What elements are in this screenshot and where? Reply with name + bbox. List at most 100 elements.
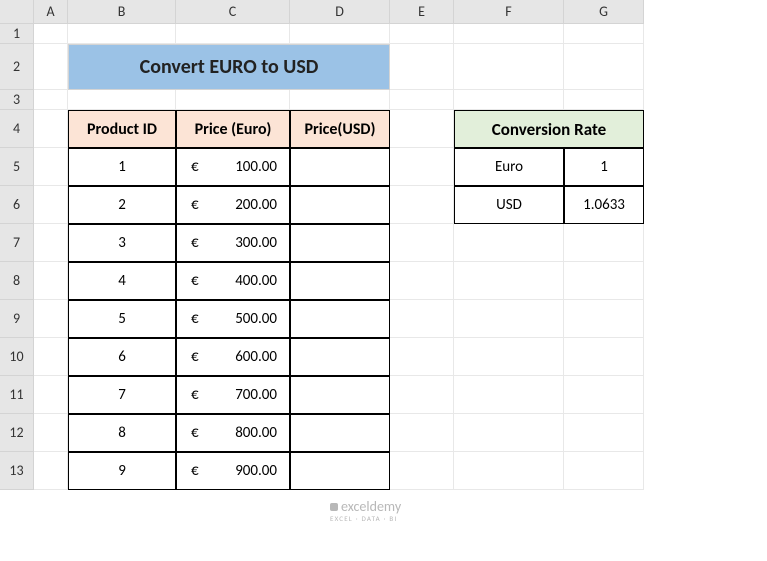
table-row[interactable]: €800.00 — [176, 414, 290, 452]
cell-F11[interactable] — [454, 376, 564, 414]
cell-A7[interactable] — [34, 224, 68, 262]
cell-E7[interactable] — [390, 224, 454, 262]
cell-G3[interactable] — [564, 90, 644, 110]
cell-G8[interactable] — [564, 262, 644, 300]
row-header-7[interactable]: 7 — [0, 224, 34, 262]
table-row[interactable]: 9 — [68, 452, 176, 490]
cell-F1[interactable] — [454, 24, 564, 44]
cell-F13[interactable] — [454, 452, 564, 490]
cell-E5[interactable] — [390, 148, 454, 186]
row-header-5[interactable]: 5 — [0, 148, 34, 186]
row-header-2[interactable]: 2 — [0, 44, 34, 90]
row-header-13[interactable]: 13 — [0, 452, 34, 490]
table-row[interactable] — [290, 338, 390, 376]
cell-E4[interactable] — [390, 110, 454, 148]
table-row[interactable] — [290, 452, 390, 490]
cell-E11[interactable] — [390, 376, 454, 414]
conv-euro-label[interactable]: Euro — [454, 148, 564, 186]
cell-E3[interactable] — [390, 90, 454, 110]
cell-F10[interactable] — [454, 338, 564, 376]
col-header-A[interactable]: A — [34, 0, 68, 24]
row-header-11[interactable]: 11 — [0, 376, 34, 414]
table-header-product-id[interactable]: Product ID — [68, 110, 176, 148]
cell-F12[interactable] — [454, 414, 564, 452]
cell-A10[interactable] — [34, 338, 68, 376]
cell-A4[interactable] — [34, 110, 68, 148]
row-header-12[interactable]: 12 — [0, 414, 34, 452]
cell-F8[interactable] — [454, 262, 564, 300]
cell-E12[interactable] — [390, 414, 454, 452]
row-header-8[interactable]: 8 — [0, 262, 34, 300]
row-header-10[interactable]: 10 — [0, 338, 34, 376]
cell-A8[interactable] — [34, 262, 68, 300]
cell-B3[interactable] — [68, 90, 176, 110]
cell-A9[interactable] — [34, 300, 68, 338]
cell-D1[interactable] — [290, 24, 390, 44]
cell-E13[interactable] — [390, 452, 454, 490]
cell-G13[interactable] — [564, 452, 644, 490]
cell-E10[interactable] — [390, 338, 454, 376]
title-banner[interactable]: Convert EURO to USD — [68, 44, 390, 90]
cell-E8[interactable] — [390, 262, 454, 300]
col-header-G[interactable]: G — [564, 0, 644, 24]
col-header-D[interactable]: D — [290, 0, 390, 24]
col-header-C[interactable]: C — [176, 0, 290, 24]
cell-G12[interactable] — [564, 414, 644, 452]
cell-A12[interactable] — [34, 414, 68, 452]
row-header-6[interactable]: 6 — [0, 186, 34, 224]
conv-euro-value[interactable]: 1 — [564, 148, 644, 186]
table-row[interactable] — [290, 262, 390, 300]
cell-F2[interactable] — [454, 44, 564, 90]
table-row[interactable]: €400.00 — [176, 262, 290, 300]
table-row[interactable]: 4 — [68, 262, 176, 300]
conv-usd-label[interactable]: USD — [454, 186, 564, 224]
cell-E1[interactable] — [390, 24, 454, 44]
cell-G10[interactable] — [564, 338, 644, 376]
cell-A6[interactable] — [34, 186, 68, 224]
table-row[interactable]: €900.00 — [176, 452, 290, 490]
cell-G7[interactable] — [564, 224, 644, 262]
table-row[interactable] — [290, 300, 390, 338]
conv-usd-value[interactable]: 1.0633 — [564, 186, 644, 224]
cell-G11[interactable] — [564, 376, 644, 414]
table-row[interactable]: 3 — [68, 224, 176, 262]
cell-G2[interactable] — [564, 44, 644, 90]
table-row[interactable]: 5 — [68, 300, 176, 338]
cell-E6[interactable] — [390, 186, 454, 224]
table-row[interactable]: €600.00 — [176, 338, 290, 376]
row-header-4[interactable]: 4 — [0, 110, 34, 148]
table-header-price-usd[interactable]: Price(USD) — [290, 110, 390, 148]
cell-E2[interactable] — [390, 44, 454, 90]
table-row[interactable]: 7 — [68, 376, 176, 414]
cell-A2[interactable] — [34, 44, 68, 90]
cell-G9[interactable] — [564, 300, 644, 338]
cell-B1[interactable] — [68, 24, 176, 44]
table-row[interactable] — [290, 376, 390, 414]
table-row[interactable]: 6 — [68, 338, 176, 376]
table-row[interactable] — [290, 414, 390, 452]
table-row[interactable]: €100.00 — [176, 148, 290, 186]
col-header-E[interactable]: E — [390, 0, 454, 24]
row-header-1[interactable]: 1 — [0, 24, 34, 44]
cell-A5[interactable] — [34, 148, 68, 186]
table-row[interactable]: €200.00 — [176, 186, 290, 224]
col-header-F[interactable]: F — [454, 0, 564, 24]
cell-F3[interactable] — [454, 90, 564, 110]
table-row[interactable]: €700.00 — [176, 376, 290, 414]
table-header-price-euro[interactable]: Price (Euro) — [176, 110, 290, 148]
conversion-title[interactable]: Conversion Rate — [454, 110, 644, 148]
cell-E9[interactable] — [390, 300, 454, 338]
table-row[interactable]: €300.00 — [176, 224, 290, 262]
cell-F9[interactable] — [454, 300, 564, 338]
table-row[interactable]: 1 — [68, 148, 176, 186]
col-header-B[interactable]: B — [68, 0, 176, 24]
cell-A1[interactable] — [34, 24, 68, 44]
cell-A3[interactable] — [34, 90, 68, 110]
select-all-corner[interactable] — [0, 0, 34, 24]
table-row[interactable] — [290, 148, 390, 186]
table-row[interactable]: €500.00 — [176, 300, 290, 338]
cell-A13[interactable] — [34, 452, 68, 490]
cell-F7[interactable] — [454, 224, 564, 262]
cell-D3[interactable] — [290, 90, 390, 110]
row-header-3[interactable]: 3 — [0, 90, 34, 110]
